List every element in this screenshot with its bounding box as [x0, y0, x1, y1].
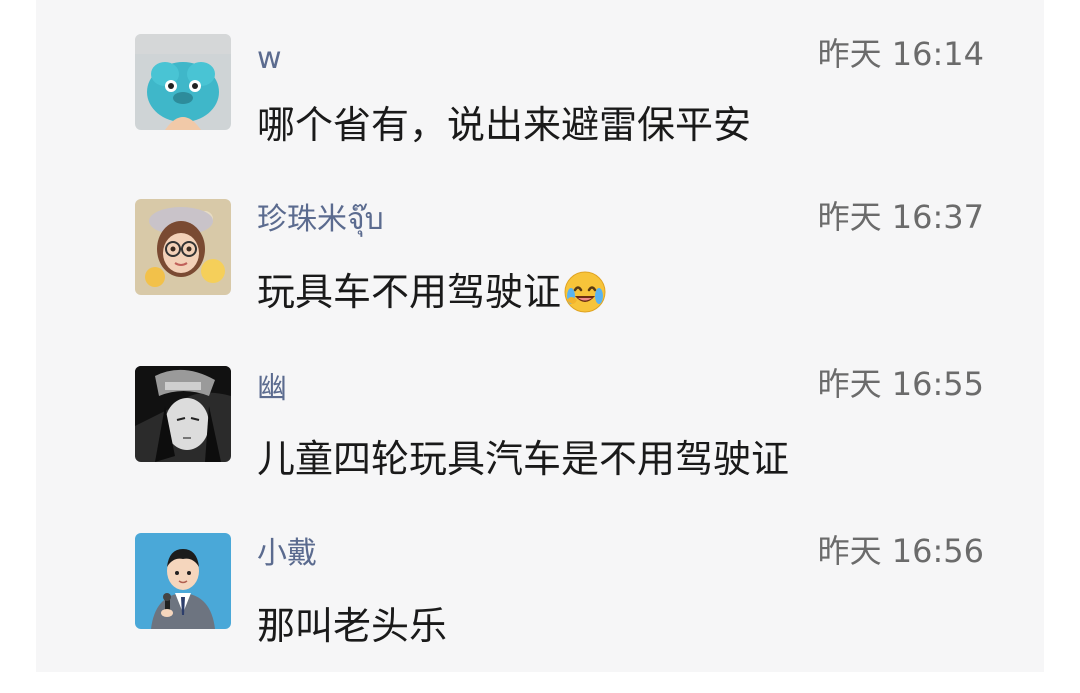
- girl-with-glasses-avatar-icon[interactable]: [135, 199, 231, 295]
- comment-username[interactable]: 小戴: [257, 539, 317, 569]
- comment-username[interactable]: 珍珠米จุ๊บ: [257, 205, 384, 235]
- comment-text-content: 玩具车不用驾驶证: [257, 270, 562, 314]
- cartoon-reporter-avatar-icon[interactable]: [135, 533, 231, 629]
- laughing-tears-emoji-icon: [563, 270, 607, 314]
- comment-username[interactable]: 幽: [257, 374, 287, 404]
- comment-item: 幽 昨天 16:55 儿童四轮玩具汽车是不用驾驶证: [36, 366, 1044, 526]
- comment-text: 儿童四轮玩具汽车是不用驾驶证: [257, 437, 790, 481]
- comment-item: 小戴 昨天 16:56 那叫老头乐: [36, 533, 1044, 693]
- comment-text: 哪个省有，说出来避雷保平安: [257, 103, 752, 147]
- comment-item: w 昨天 16:14 哪个省有，说出来避雷保平安: [36, 34, 1044, 194]
- comment-timestamp: 昨天 16:55: [817, 365, 984, 403]
- comment-text: 玩具车不用驾驶证: [257, 270, 607, 314]
- comment-timestamp: 昨天 16:37: [817, 198, 984, 236]
- comment-item: 珍珠米จุ๊บ 昨天 16:37 玩具车不用驾驶证: [36, 199, 1044, 359]
- comment-username[interactable]: w: [257, 44, 282, 74]
- blue-furry-monster-avatar-icon[interactable]: [135, 34, 231, 130]
- comment-text: 那叫老头乐: [257, 604, 448, 648]
- dark-anime-character-avatar-icon[interactable]: [135, 366, 231, 462]
- comment-timestamp: 昨天 16:56: [817, 532, 984, 570]
- comment-list: w 昨天 16:14 哪个省有，说出来避雷保平安 珍珠米จุ๊บ 昨天 16:3…: [36, 0, 1044, 672]
- comment-timestamp: 昨天 16:14: [817, 35, 984, 73]
